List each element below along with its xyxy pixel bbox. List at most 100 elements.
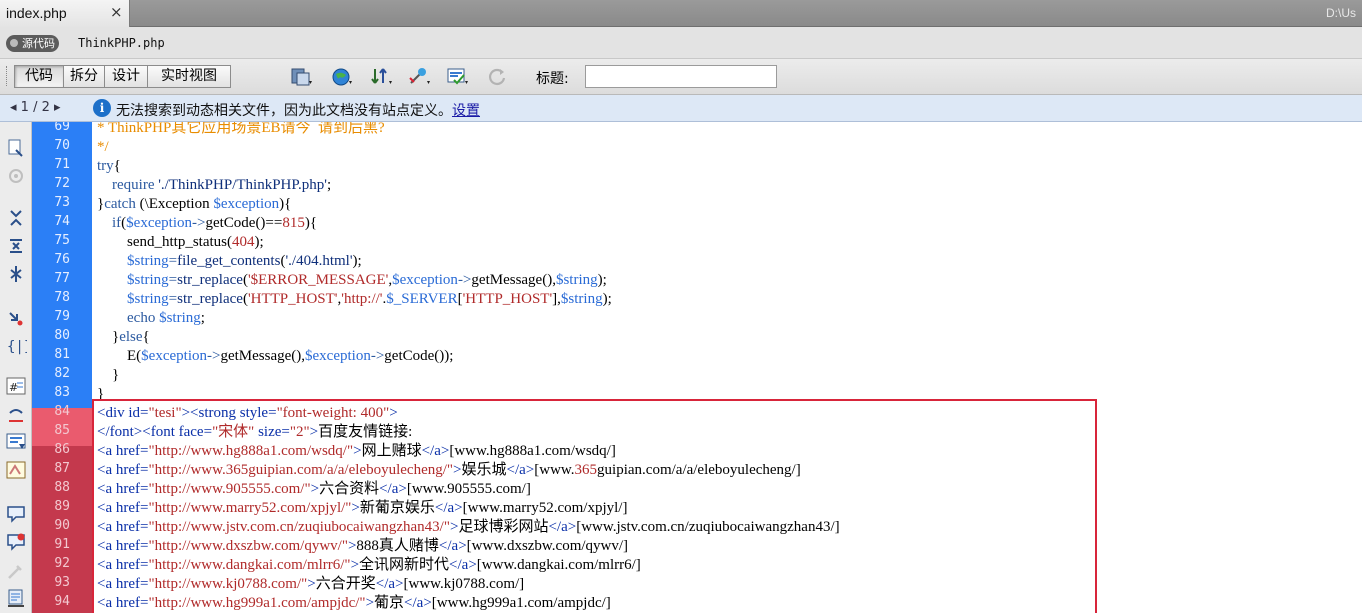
code-token: (\Exception: [135, 196, 214, 212]
line-number: 71: [54, 157, 70, 172]
source-code-button[interactable]: 源代码: [6, 35, 59, 52]
debug-icon[interactable]: [370, 66, 394, 88]
show-code-navigator-icon[interactable]: [5, 166, 27, 186]
code-token: >: [351, 500, 360, 516]
code-token: [www.hg888a1.com/wsdq/]: [449, 443, 616, 459]
code-token: [www.kj0788.com/]: [403, 576, 525, 592]
code-token: [www.dxszbw.com/qywv/]: [466, 538, 629, 554]
code-view-button[interactable]: 代码: [14, 65, 64, 88]
line-number: 77: [54, 271, 70, 286]
code-token: * ThinkPHP其它应用场景EB请今 请到后黑?: [97, 122, 385, 136]
live-view-button[interactable]: 实时视图: [147, 65, 231, 88]
balance-braces-icon[interactable]: {|}: [5, 336, 27, 356]
code-token: 888真人赌博: [356, 538, 439, 554]
code-line: <a href="http://www.365guipian.com/a/a/e…: [97, 461, 801, 480]
line-numbers-icon[interactable]: #: [5, 376, 27, 396]
code-token: echo: [127, 310, 156, 326]
line-number-gutter[interactable]: 69 70 71 72 73 74 75 76 77 78 79 80 81 82 83 84 85 86 87 88…: [32, 122, 92, 613]
code-token: >: [350, 557, 360, 573]
visual-aids-icon[interactable]: [408, 66, 432, 88]
code-token: getMessage(),: [471, 272, 556, 288]
title-input[interactable]: [585, 65, 777, 88]
code-token: $string: [555, 272, 598, 288]
line-number: 91: [54, 537, 70, 552]
code-token: >: [307, 576, 316, 592]
code-token: $exception: [392, 272, 458, 288]
preview-browser-icon[interactable]: [330, 66, 354, 88]
code-token: [www.hg999a1.com/ampjdc/]: [431, 595, 611, 611]
collapse-selection-icon[interactable]: [5, 236, 27, 256]
code-token: getCode()==: [205, 215, 283, 231]
view-mode-buttons: 代码 拆分 设计 实时视图: [14, 65, 231, 88]
line-number: 73: [54, 195, 70, 210]
code-line: $string=str_replace('HTTP_HOST','http://…: [97, 290, 612, 309]
expand-all-icon[interactable]: [5, 264, 27, 284]
code-token: >: [365, 595, 375, 611]
code-token: size=: [254, 424, 290, 440]
code-token: 'HTTP_HOST': [247, 291, 338, 307]
move-css-icon[interactable]: [5, 562, 27, 582]
code-token: "http://www.dangkai.com/mlrr6/": [148, 557, 351, 573]
remove-comment-icon[interactable]: [5, 460, 27, 480]
refresh-icon[interactable]: [486, 66, 510, 88]
line-number: 88: [54, 480, 70, 495]
file-management-icon[interactable]: [290, 66, 314, 88]
code-line: <div id="tesi"><strong style="font-weigh…: [97, 404, 398, 423]
line-number: 86: [54, 442, 70, 457]
code-token: </a>: [438, 538, 467, 554]
info-icon: i: [93, 99, 111, 117]
code-token: 'HTTP_HOST': [462, 291, 553, 307]
split-view-button[interactable]: 拆分: [63, 65, 105, 88]
format-source-code-icon[interactable]: [5, 588, 27, 608]
document-tab-bar: index.php × D:\Us: [0, 0, 1362, 27]
info-pager: ◂ 1 / 2 ▸: [10, 100, 61, 115]
code-token: "http://www.marry52.com/xpjyl/": [148, 500, 352, 516]
code-token: 百度友情链接:: [318, 424, 413, 440]
apply-comment-icon[interactable]: [5, 432, 27, 452]
code-token: "http://www.365guipian.com/a/a/eleboyule…: [148, 462, 454, 478]
line-number: 93: [54, 575, 70, 590]
related-files-bar: 源代码 ThinkPHP.php: [0, 27, 1362, 59]
code-token: </a>: [379, 481, 407, 497]
code-token: $exception: [126, 215, 192, 231]
code-token: "http://www.dxszbw.com/qywv/": [148, 538, 348, 554]
code-token: "font-weight: 400": [276, 405, 390, 421]
code-token: ><strong style=: [181, 405, 277, 421]
code-token: "2": [289, 424, 310, 440]
select-parent-tag-icon[interactable]: [5, 308, 27, 328]
code-token: <a href=: [97, 500, 149, 516]
toolbar-grip[interactable]: [6, 66, 9, 86]
code-token: ;: [327, 177, 332, 193]
related-file-thinkphp[interactable]: ThinkPHP.php: [78, 36, 165, 50]
line-number: 89: [54, 499, 70, 514]
code-token: <div id=: [97, 405, 149, 421]
wrap-tag-icon[interactable]: [5, 504, 27, 524]
code-token: </a>: [548, 519, 577, 535]
coding-toolbar: {|} #: [0, 122, 32, 613]
pager-next-icon[interactable]: ▸: [54, 100, 61, 115]
open-documents-icon[interactable]: [5, 138, 27, 158]
code-line: <a href="http://www.hg999a1.com/ampjdc/"…: [97, 594, 611, 613]
collapse-full-tag-icon[interactable]: [5, 208, 27, 228]
code-token: [www.jstv.com.cn/zuqiubocaiwangzhan43/]: [576, 519, 840, 535]
line-number: 78: [54, 290, 70, 305]
highlight-invalid-code-icon[interactable]: [5, 406, 27, 426]
code-token: getCode());: [384, 348, 454, 364]
code-editor[interactable]: * ThinkPHP其它应用场景EB请今 请到后黑? */try{ require…: [97, 122, 1362, 613]
recent-snippets-icon[interactable]: [5, 532, 27, 552]
tab-close-icon[interactable]: ×: [110, 3, 123, 21]
pager-prev-icon[interactable]: ◂: [10, 100, 17, 115]
code-token: =: [168, 253, 178, 269]
code-token: ->: [370, 348, 385, 364]
design-view-button[interactable]: 设计: [104, 65, 148, 88]
code-token: str_replace: [177, 291, 243, 307]
code-token: getMessage(),: [220, 348, 306, 364]
tab-index-php[interactable]: index.php ×: [0, 0, 130, 27]
code-token: }: [97, 329, 120, 345]
code-token: "http://www.kj0788.com/": [148, 576, 308, 592]
validate-icon[interactable]: [446, 66, 470, 88]
setup-link[interactable]: 设置: [452, 103, 480, 119]
pager-count: 1 / 2: [20, 100, 50, 115]
